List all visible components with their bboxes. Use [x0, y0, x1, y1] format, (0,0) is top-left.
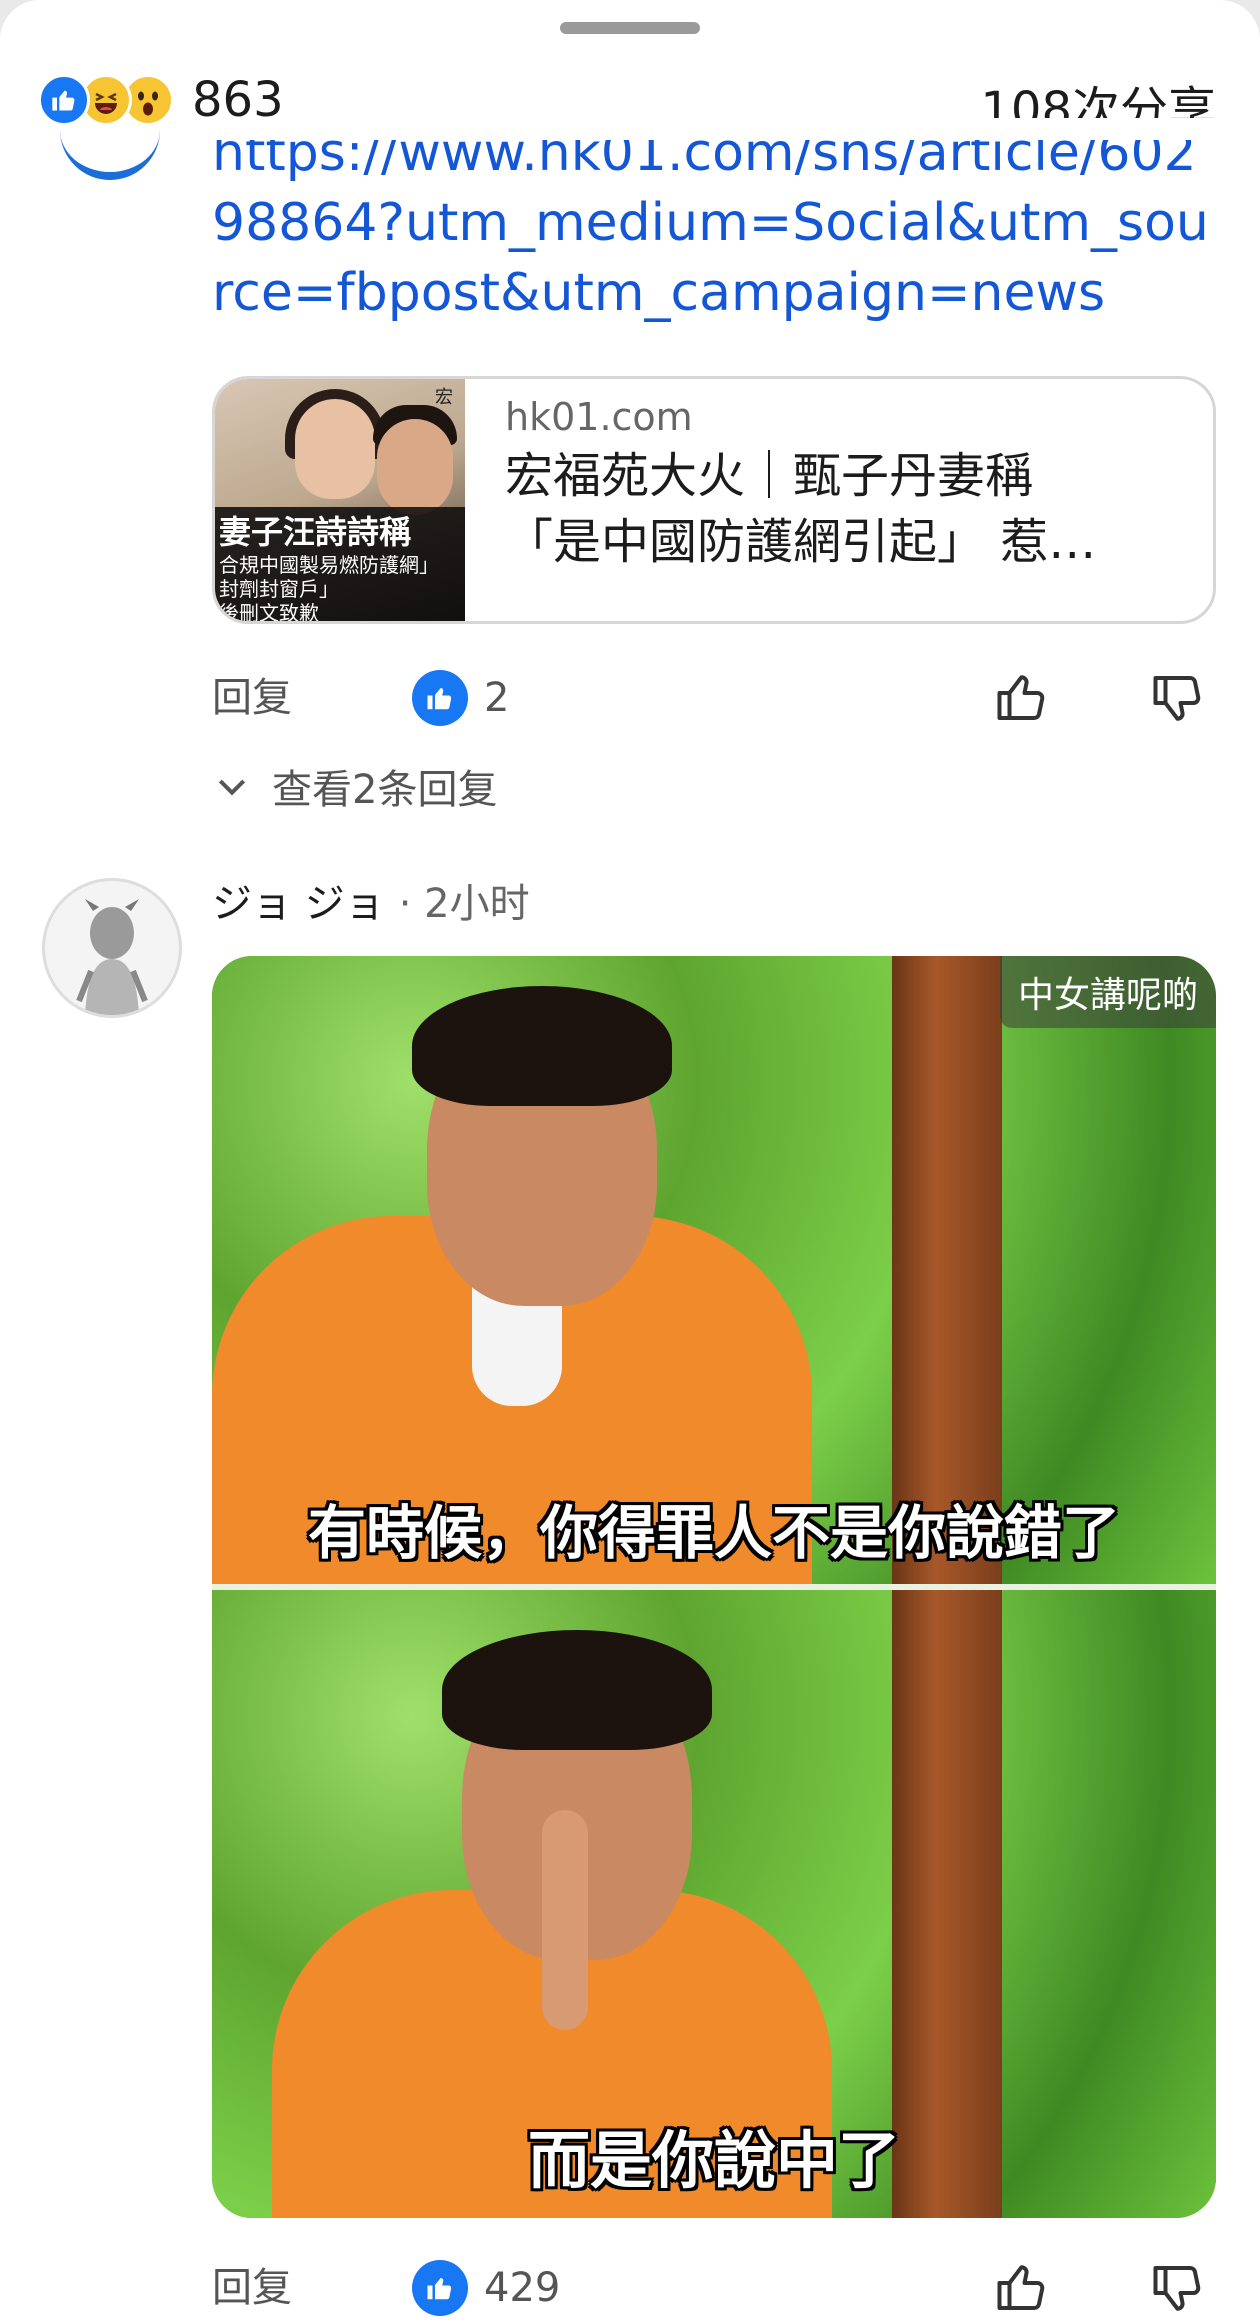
reply-button[interactable]: 回复: [212, 2256, 292, 2320]
thumbnail-line: 後刪文致歉: [219, 601, 319, 624]
meme-caption-bottom: 而是你說中了: [527, 2124, 900, 2197]
meme-caption-top: 有時候，你得罪人不是你說錯了: [307, 1499, 1120, 1567]
thumbs-up-icon[interactable]: [992, 2258, 1052, 2318]
like-count: 2: [484, 675, 510, 721]
meme-watermark: 中女講呢啲: [999, 956, 1216, 1028]
thumbs-down-icon[interactable]: [1148, 668, 1208, 728]
comment-time: · 2小时: [398, 881, 530, 927]
link-preview-card[interactable]: 妻子汪詩詩稱 合規中國製易燃防護網」 封劑封窗戶」 後刪文致歉 宏 hk01.c…: [212, 376, 1216, 624]
comment-link-url[interactable]: https://www.hk01.com/sns/article/6029886…: [212, 118, 1220, 328]
view-replies-label: 查看2条回复: [272, 767, 498, 813]
like-icon: [38, 74, 90, 126]
link-title-line: 宏福苑大火｜甄子丹妻稱: [505, 448, 1034, 504]
avatar[interactable]: [42, 878, 182, 1018]
scroll-clip: [212, 118, 1220, 140]
like-icon: [412, 2260, 468, 2316]
link-title-line: 「是中國防護網引起」 惹…: [505, 514, 1097, 570]
meme-image[interactable]: 有時候，你得罪人不是你說錯了 中女講呢啲 而是你說中了: [212, 956, 1216, 2218]
drag-handle[interactable]: [560, 22, 700, 34]
link-title: 宏福苑大火｜甄子丹妻稱 「是中國防護網引起」 惹…: [505, 443, 1185, 575]
meme-panel-top: 有時候，你得罪人不是你說錯了 中女講呢啲: [212, 956, 1216, 1584]
thumbs-down-icon[interactable]: [1148, 2258, 1208, 2318]
comment-actions: 回复 429: [212, 2256, 1220, 2320]
avatar[interactable]: [60, 120, 160, 180]
reply-button[interactable]: 回复: [212, 666, 292, 730]
like-icon: [412, 670, 468, 726]
view-replies-button[interactable]: 查看2条回复: [212, 756, 497, 816]
meme-panel-bottom: 而是你說中了: [212, 1590, 1216, 2218]
comments-sheet: 863 108次分享 https://www.hk01.com/sns/arti…: [0, 0, 1260, 2324]
thumbnail-tag: 宏: [435, 387, 453, 408]
thumbs-up-icon[interactable]: [992, 668, 1052, 728]
comment-header: ジョ ジョ · 2小时: [212, 876, 530, 932]
like-count: 429: [484, 2265, 561, 2311]
chevron-down-icon: [218, 779, 246, 796]
comment-actions: 回复 2: [212, 666, 1220, 730]
author-name[interactable]: ジョ ジョ: [212, 881, 385, 927]
link-domain: hk01.com: [505, 395, 693, 439]
thumbnail-title: 妻子汪詩詩稱: [219, 513, 412, 551]
link-thumbnail: 妻子汪詩詩稱 合規中國製易燃防護網」 封劑封窗戶」 後刪文致歉 宏: [215, 379, 465, 624]
